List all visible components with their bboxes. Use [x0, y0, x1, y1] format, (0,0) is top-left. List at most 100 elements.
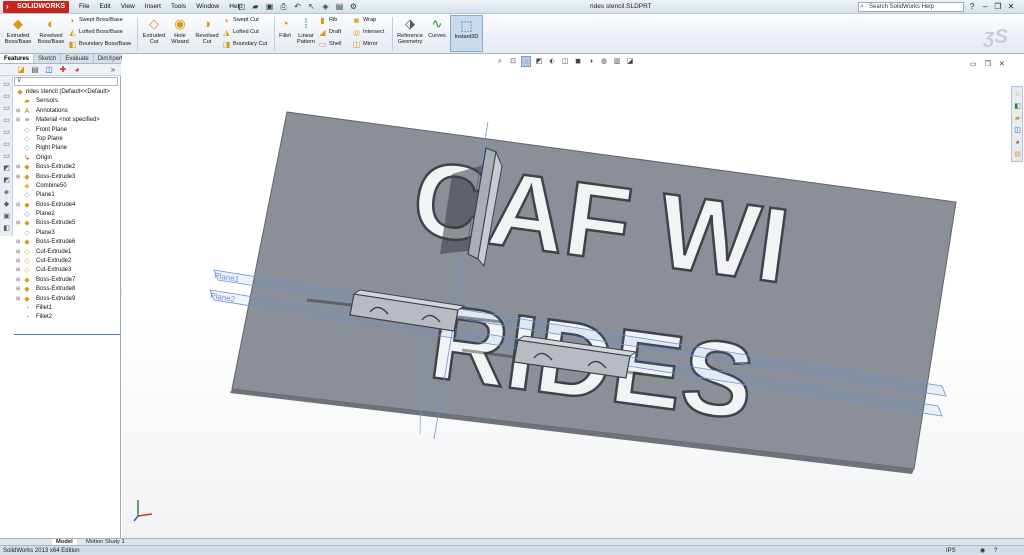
print-icon[interactable]: ⎙ [278, 1, 289, 12]
display-style-icon[interactable]: ◼ [573, 56, 583, 67]
shell-button[interactable]: ▭ Shell [318, 40, 342, 49]
feature-manager-icon[interactable]: ◪ [16, 65, 26, 75]
help-search-input[interactable]: ⌕ Search SolidWorks Help [858, 2, 964, 12]
tree-expand-icon[interactable]: ⊞ [16, 173, 22, 182]
tree-expand-icon[interactable]: ⊞ [16, 201, 22, 210]
new-document-icon[interactable]: ▢ [236, 1, 247, 12]
mirror-button[interactable]: ◫ Mirror [352, 40, 378, 49]
fillet-button[interactable]: ◔ Fillet [276, 16, 294, 39]
extruded-boss-button[interactable]: ◆ Extruded Boss/Base [4, 16, 32, 45]
swept-cut-button[interactable]: ◖ Swept Cut [222, 16, 259, 25]
resources-icon[interactable]: ⌂ [1013, 90, 1022, 99]
tree-item[interactable]: ◈ Combine50 [14, 182, 120, 191]
viewport-close-button[interactable]: ✕ [999, 60, 1005, 68]
rollback-bar[interactable] [14, 334, 120, 335]
view-settings-icon[interactable]: ◪ [625, 56, 635, 67]
strip-tool-icon[interactable]: ◈ [2, 188, 11, 197]
tree-item[interactable]: ◇ Top Plane [14, 135, 120, 144]
lofted-cut-button[interactable]: ◮ Lofted Cut [222, 28, 258, 37]
zoom-to-fit-icon[interactable]: ⌕ [495, 56, 505, 67]
menu-view[interactable]: View [116, 0, 140, 14]
tree-expand-icon[interactable]: ⊞ [16, 295, 22, 304]
linear-pattern-button[interactable]: ⁞ Linear Pattern [295, 16, 317, 45]
tree-expand-icon[interactable]: ⊞ [16, 257, 22, 266]
menu-window[interactable]: Window [191, 0, 224, 14]
lofted-boss-button[interactable]: ◭ Lofted Boss/Base [68, 28, 122, 37]
file-explorer-icon[interactable]: ▰ [1013, 114, 1022, 123]
tree-item[interactable]: ⊞ ◆ Boss-Extrude2 [14, 163, 120, 172]
tree-expand-icon[interactable]: ⊞ [16, 107, 22, 116]
tree-expand-icon[interactable]: ⊞ [16, 285, 22, 294]
hole-wizard-button[interactable]: ◉ Hole Wizard [168, 16, 192, 45]
undo-icon[interactable]: ↶ [292, 1, 303, 12]
extruded-cut-button[interactable]: ◇ Extruded Cut [140, 16, 168, 45]
previous-view-icon[interactable]: ◌ [521, 56, 531, 67]
boundary-cut-button[interactable]: ◨ Boundary Cut [222, 40, 268, 49]
tree-item[interactable]: ⊞ ◇ Cut-Extrude2 [14, 257, 120, 266]
tree-item[interactable]: ↳ Origin [14, 154, 120, 163]
strip-tool-icon[interactable]: ◧ [2, 224, 11, 233]
custom-properties-icon[interactable]: ▤ [1013, 150, 1022, 159]
status-units[interactable]: IPS [946, 546, 956, 555]
file-properties-icon[interactable]: ▤ [334, 1, 345, 12]
strip-tool-icon[interactable]: ▭ [2, 80, 11, 89]
rebuild-status-icon[interactable]: ◉ [980, 546, 985, 555]
status-help-icon[interactable]: ? [994, 546, 997, 555]
menu-edit[interactable]: Edit [94, 0, 115, 14]
tab-features[interactable]: Features [0, 54, 35, 63]
revolved-boss-button[interactable]: ◐ Revolved Boss/Base [36, 16, 66, 45]
swept-boss-button[interactable]: ◗ Swept Boss/Base [68, 16, 123, 25]
rib-button[interactable]: ▮ Rib [318, 16, 337, 25]
zoom-to-area-icon[interactable]: ⊡ [508, 56, 518, 67]
panel-expand-icon[interactable]: » [108, 65, 118, 75]
viewport-minimize-button[interactable]: ▭ [970, 60, 977, 68]
view-palette-icon[interactable]: ◫ [1013, 126, 1022, 135]
tab-evaluate[interactable]: Evaluate [61, 54, 94, 63]
viewport-restore-button[interactable]: ❐ [985, 60, 991, 68]
tree-item[interactable]: ▰ Sensors [14, 97, 120, 106]
menu-tools[interactable]: Tools [166, 0, 191, 14]
select-icon[interactable]: ↖ [306, 1, 317, 12]
curves-button[interactable]: ∿ Curves [426, 16, 448, 39]
close-button[interactable]: ✕ [1005, 0, 1017, 13]
intersect-button[interactable]: ◎ Intersect [352, 28, 384, 37]
tree-item[interactable]: ◇ Plane2 [14, 210, 120, 219]
tree-expand-icon[interactable]: ⊞ [16, 276, 22, 285]
appearances-icon[interactable]: ◕ [1013, 138, 1022, 147]
tree-root-part[interactable]: ◆ rides stencil (Default<<Default> [14, 88, 120, 97]
dimxpert-manager-icon[interactable]: ✚ [58, 65, 68, 75]
tree-item[interactable]: ⊞ ◇ Cut-Extrude1 [14, 248, 120, 257]
revolved-cut-button[interactable]: ◑ Revolved Cut [194, 16, 220, 45]
property-manager-icon[interactable]: ▤ [30, 65, 40, 75]
tree-item[interactable]: ◔ Fillet2 [14, 313, 120, 322]
strip-tool-icon[interactable]: ▭ [2, 128, 11, 137]
tree-item[interactable]: ⊞ ◆ Boss-Extrude7 [14, 276, 120, 285]
tree-item[interactable]: ◔ Fillet1 [14, 304, 120, 313]
strip-tool-icon[interactable]: ▭ [2, 152, 11, 161]
rebuild-icon[interactable]: ◈ [320, 1, 331, 12]
tree-item[interactable]: ⊞ ≡ Material <not specified> [14, 116, 120, 125]
tree-item[interactable]: ◇ Right Plane [14, 144, 120, 153]
tree-item[interactable]: ◇ Plane3 [14, 229, 120, 238]
strip-tool-icon[interactable]: ▭ [2, 140, 11, 149]
view-orientation-icon[interactable]: ◫ [560, 56, 570, 67]
tree-filter-input[interactable]: ⊽ [14, 77, 118, 86]
section-view-icon[interactable]: ◩ [534, 56, 544, 67]
boundary-boss-button[interactable]: ◧ Boundary Boss/Base [68, 40, 132, 49]
strip-tool-icon[interactable]: ◩ [2, 176, 11, 185]
tab-sketch[interactable]: Sketch [34, 54, 62, 63]
tree-item[interactable]: ⊞ A Annotations [14, 107, 120, 116]
strip-tool-icon[interactable]: ▣ [2, 212, 11, 221]
save-icon[interactable]: ▣ [264, 1, 275, 12]
minimize-button[interactable]: – [979, 0, 991, 13]
edit-appearance-icon[interactable]: ◍ [599, 56, 609, 67]
tree-item[interactable]: ⊞ ◆ Boss-Extrude9 [14, 295, 120, 304]
display-manager-icon[interactable]: ◕ [72, 65, 82, 75]
dynamic-annotation-icon[interactable]: ⬖ [547, 56, 557, 67]
tree-item[interactable]: ◇ Front Plane [14, 126, 120, 135]
strip-tool-icon[interactable]: ▭ [2, 104, 11, 113]
menu-file[interactable]: File [74, 0, 94, 14]
restore-button[interactable]: ❐ [992, 0, 1004, 13]
strip-tool-icon[interactable]: ▭ [2, 92, 11, 101]
configuration-manager-icon[interactable]: ◫ [44, 65, 54, 75]
